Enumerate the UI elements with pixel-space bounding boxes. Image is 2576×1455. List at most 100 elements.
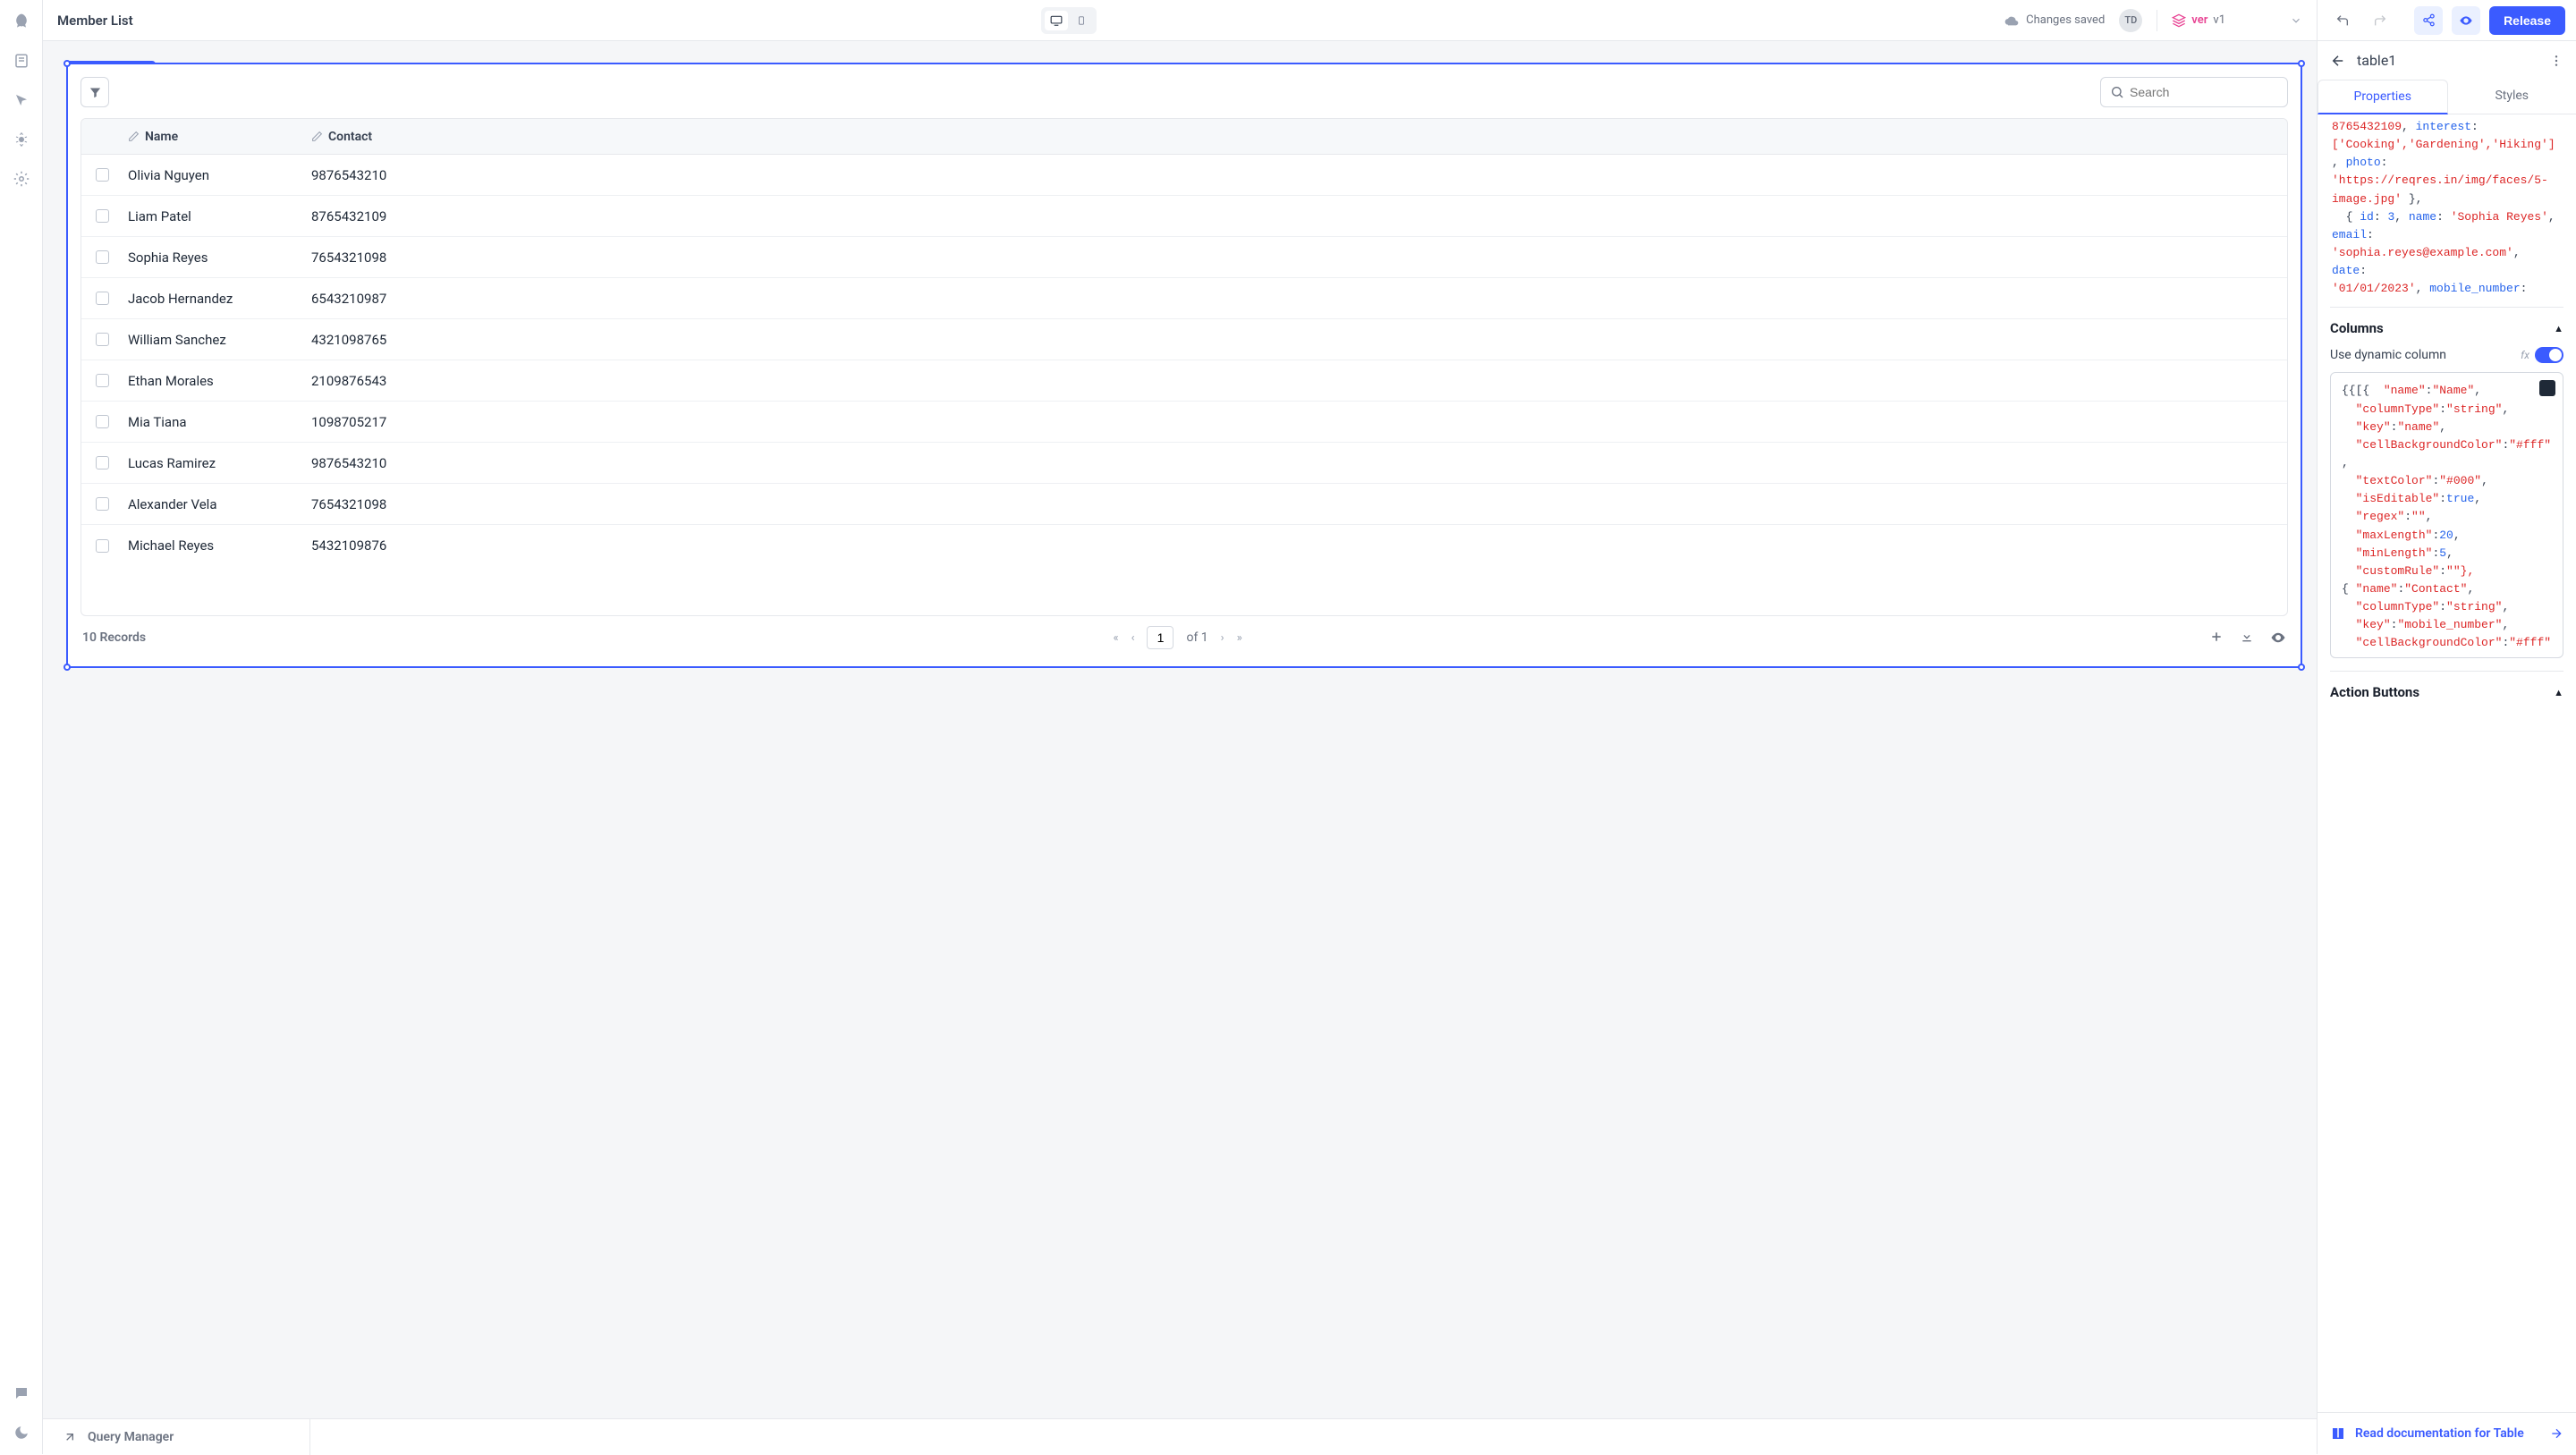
resize-handle[interactable] (2298, 664, 2305, 671)
stack-icon (2172, 13, 2186, 28)
cell-name: Alexander Vela (123, 496, 306, 512)
back-button[interactable] (2330, 53, 2346, 69)
pages-icon[interactable] (13, 52, 30, 70)
version-prefix: ver (2191, 13, 2207, 27)
caret-up-icon: ▲ (2554, 323, 2563, 334)
version-selector[interactable]: ver v1 (2172, 13, 2302, 28)
table-row[interactable]: Alexander Vela 7654321098 (81, 484, 2287, 525)
page-last-button[interactable]: » (1237, 631, 1242, 645)
col-header-name[interactable]: Name (123, 130, 306, 144)
table-row[interactable]: Liam Patel 8765432109 (81, 196, 2287, 237)
cell-contact: 1098705217 (306, 414, 2287, 430)
row-checkbox[interactable] (96, 209, 109, 223)
table-row[interactable]: Mia Tiana 1098705217 (81, 402, 2287, 443)
dynamic-column-toggle[interactable] (2535, 347, 2563, 363)
cell-contact: 9876543210 (306, 455, 2287, 471)
tab-properties[interactable]: Properties (2318, 80, 2448, 114)
logo-icon[interactable] (13, 13, 30, 30)
data-table: Name Contact Olivia Nguyen 9876543210 (80, 118, 2288, 616)
row-checkbox[interactable] (96, 497, 109, 511)
row-checkbox[interactable] (96, 415, 109, 428)
row-checkbox[interactable] (96, 374, 109, 387)
cell-contact: 2109876543 (306, 373, 2287, 389)
cell-name: Michael Reyes (123, 537, 306, 554)
preview-button[interactable] (2452, 6, 2480, 35)
cell-contact: 6543210987 (306, 291, 2287, 307)
table-row[interactable]: Ethan Morales 2109876543 (81, 360, 2287, 402)
doc-link-label: Read documentation for Table (2355, 1426, 2524, 1441)
table-row[interactable]: Sophia Reyes 7654321098 (81, 237, 2287, 278)
filter-button[interactable] (80, 77, 109, 107)
tab-styles[interactable]: Styles (2448, 80, 2576, 114)
visibility-button[interactable] (2270, 630, 2286, 646)
page-next-button[interactable]: › (1221, 631, 1224, 645)
pencil-icon (311, 131, 323, 142)
release-button[interactable]: Release (2489, 6, 2565, 35)
row-checkbox[interactable] (96, 456, 109, 469)
table-row[interactable]: Michael Reyes 5432109876 (81, 525, 2287, 566)
cell-contact: 9876543210 (306, 167, 2287, 183)
share-button[interactable] (2414, 6, 2443, 35)
chevron-down-icon (2290, 14, 2302, 27)
row-checkbox[interactable] (96, 292, 109, 305)
arrow-right-icon (2549, 1426, 2563, 1441)
right-panel: table1 Properties Styles 8765432109, int… (2317, 41, 2576, 1454)
query-manager-bar[interactable]: Query Manager (43, 1418, 2317, 1454)
avatar[interactable]: TD (2119, 9, 2142, 32)
canvas[interactable]: TABLE1 | (43, 41, 2317, 1418)
cell-name: Liam Patel (123, 208, 306, 224)
cell-name: Sophia Reyes (123, 250, 306, 266)
row-checkbox[interactable] (96, 250, 109, 264)
row-checkbox[interactable] (96, 168, 109, 182)
more-button[interactable] (2549, 54, 2563, 68)
version-number: v1 (2213, 13, 2225, 27)
documentation-link[interactable]: Read documentation for Table (2318, 1412, 2576, 1454)
columns-code-editor[interactable]: {{[{ "name":"Name", "columnType":"string… (2330, 372, 2563, 658)
redo-button[interactable] (2366, 6, 2394, 35)
resize-handle[interactable] (64, 664, 71, 671)
desktop-device-button[interactable] (1045, 11, 1068, 30)
download-button[interactable] (2240, 630, 2254, 646)
debug-icon[interactable] (13, 131, 30, 148)
page-input[interactable] (1147, 626, 1174, 649)
mobile-device-button[interactable] (1070, 11, 1093, 30)
data-preview: 8765432109, interest: ['Cooking','Garden… (2330, 114, 2563, 307)
cell-name: Lucas Ramirez (123, 455, 306, 471)
fx-icon[interactable]: fx (2521, 349, 2529, 361)
theme-icon[interactable] (13, 1424, 30, 1442)
search-input[interactable] (2130, 85, 2292, 99)
settings-icon[interactable] (13, 170, 30, 188)
right-topbar: Release (2317, 0, 2576, 41)
col-header-name-label: Name (145, 130, 178, 144)
cell-contact: 4321098765 (306, 332, 2287, 348)
resize-handle[interactable] (2298, 60, 2305, 67)
cell-name: William Sanchez (123, 332, 306, 348)
save-status-text: Changes saved (2026, 13, 2105, 27)
table-row[interactable]: William Sanchez 4321098765 (81, 319, 2287, 360)
add-row-button[interactable] (2209, 630, 2224, 646)
row-checkbox[interactable] (96, 539, 109, 553)
page-of-label: of 1 (1186, 630, 1208, 645)
table-widget[interactable]: Name Contact Olivia Nguyen 9876543210 (66, 63, 2302, 668)
table-row[interactable]: Lucas Ramirez 9876543210 (81, 443, 2287, 484)
page-first-button[interactable]: « (1113, 631, 1118, 645)
col-header-contact-label: Contact (328, 130, 372, 144)
action-buttons-section-header[interactable]: Action Buttons ▲ (2330, 684, 2563, 700)
page-prev-button[interactable]: ‹ (1131, 631, 1135, 645)
columns-section-header[interactable]: Columns ▲ (2330, 320, 2563, 336)
cell-name: Mia Tiana (123, 414, 306, 430)
table-header: Name Contact (81, 119, 2287, 155)
expand-icon (63, 1430, 77, 1444)
book-icon (2330, 1425, 2346, 1442)
col-header-contact[interactable]: Contact (306, 130, 2287, 144)
table-row[interactable]: Jacob Hernandez 6543210987 (81, 278, 2287, 319)
caret-up-icon: ▲ (2554, 687, 2563, 698)
undo-button[interactable] (2328, 6, 2357, 35)
cursor-icon[interactable] (13, 91, 30, 109)
table-row[interactable]: Olivia Nguyen 9876543210 (81, 155, 2287, 196)
chat-icon[interactable] (13, 1384, 30, 1402)
resize-handle[interactable] (64, 60, 71, 67)
expand-editor-button[interactable] (2539, 380, 2555, 396)
row-checkbox[interactable] (96, 333, 109, 346)
cell-name: Jacob Hernandez (123, 291, 306, 307)
